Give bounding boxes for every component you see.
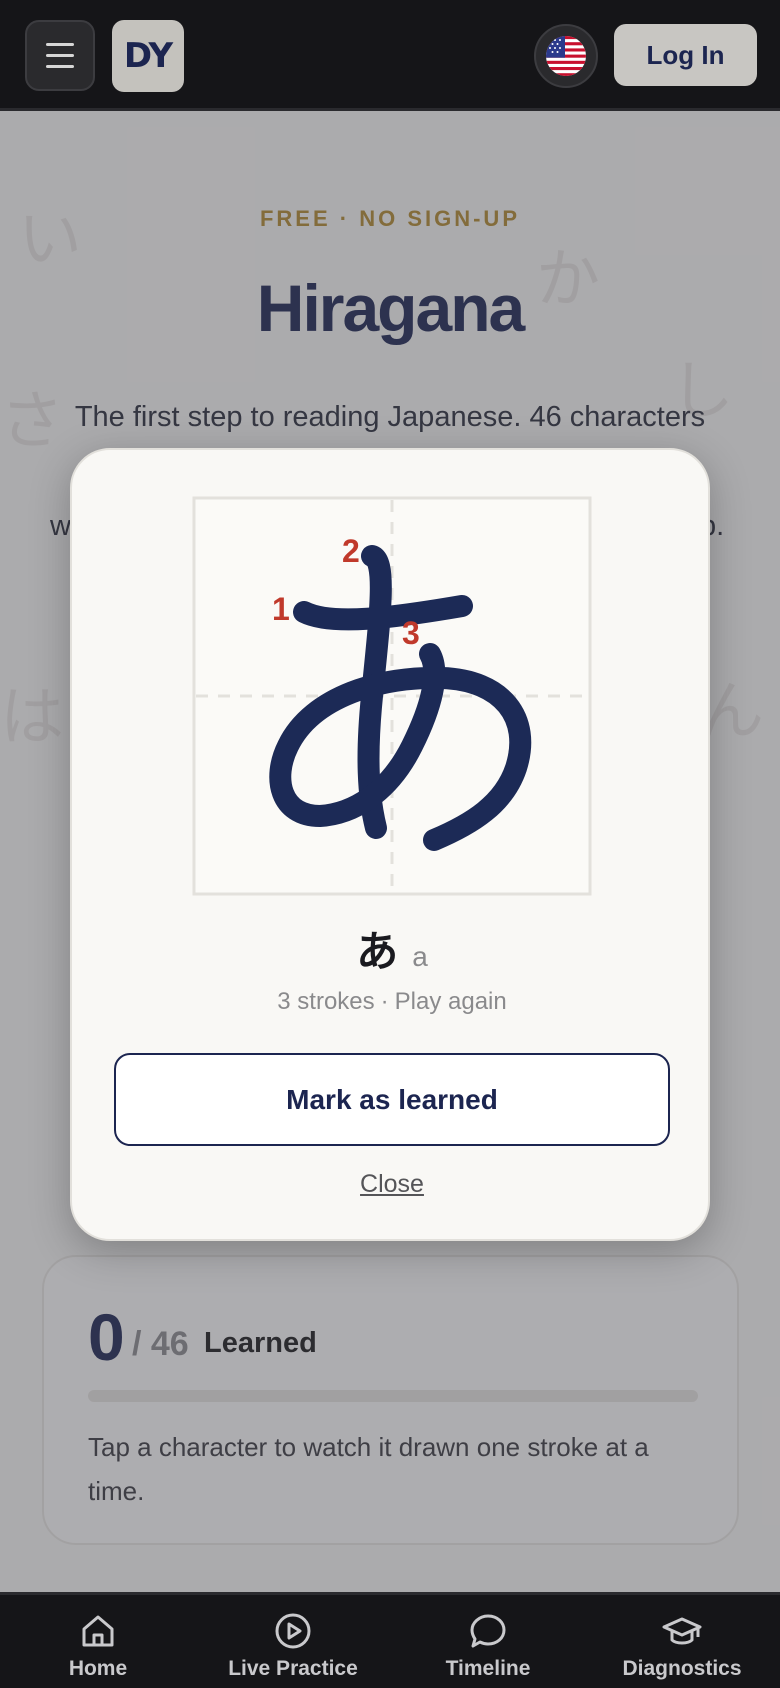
menu-icon-line [46,43,74,46]
language-selector-button[interactable] [534,24,598,88]
character-modal: 1 2 3 あa 3 strokes · Play again Mark as le… [70,448,710,1241]
nav-item-timeline[interactable]: Timeline [428,1595,548,1688]
us-flag-icon [546,36,586,76]
kana-character: あ [356,927,399,976]
stroke-number: 1 [272,591,290,627]
hamburger-menu-button[interactable] [25,20,95,91]
home-icon [82,1615,114,1647]
separator: · [380,988,389,1015]
stroke-number: 2 [342,533,360,569]
nav-item-home[interactable]: Home [48,1595,148,1688]
menu-icon-line [46,65,74,68]
nav-label: Home [68,1657,128,1680]
play-again-link[interactable]: Play again [395,988,507,1015]
nav-label: Diagnostics [622,1657,742,1680]
stroke-info: 3 strokes · Play again [72,988,712,1016]
stroke-order-canvas: 1 2 3 [192,496,592,896]
top-bar: DY Log In [0,0,780,111]
graduation-cap-icon [662,1617,702,1645]
stroke-count-text: 3 strokes [277,988,375,1015]
nav-label: Live Practice [228,1657,358,1680]
close-modal-link[interactable]: Close [72,1170,712,1199]
play-circle-icon [275,1613,311,1649]
login-button[interactable]: Log In [614,24,757,86]
nav-item-live-practice[interactable]: Live Practice [218,1595,368,1688]
bottom-navigation: Home Live Practice Timeline Diagnostics [0,1592,780,1688]
logo[interactable]: DY [112,20,184,92]
chat-bubble-icon [470,1614,506,1648]
character-heading: あa [72,918,712,979]
stroke-number: 3 [402,615,420,651]
menu-icon-line [46,54,74,57]
nav-item-diagnostics[interactable]: Diagnostics [612,1595,752,1688]
mark-as-learned-button[interactable]: Mark as learned [114,1053,670,1146]
romaji-reading: a [412,941,428,972]
nav-label: Timeline [445,1657,531,1680]
